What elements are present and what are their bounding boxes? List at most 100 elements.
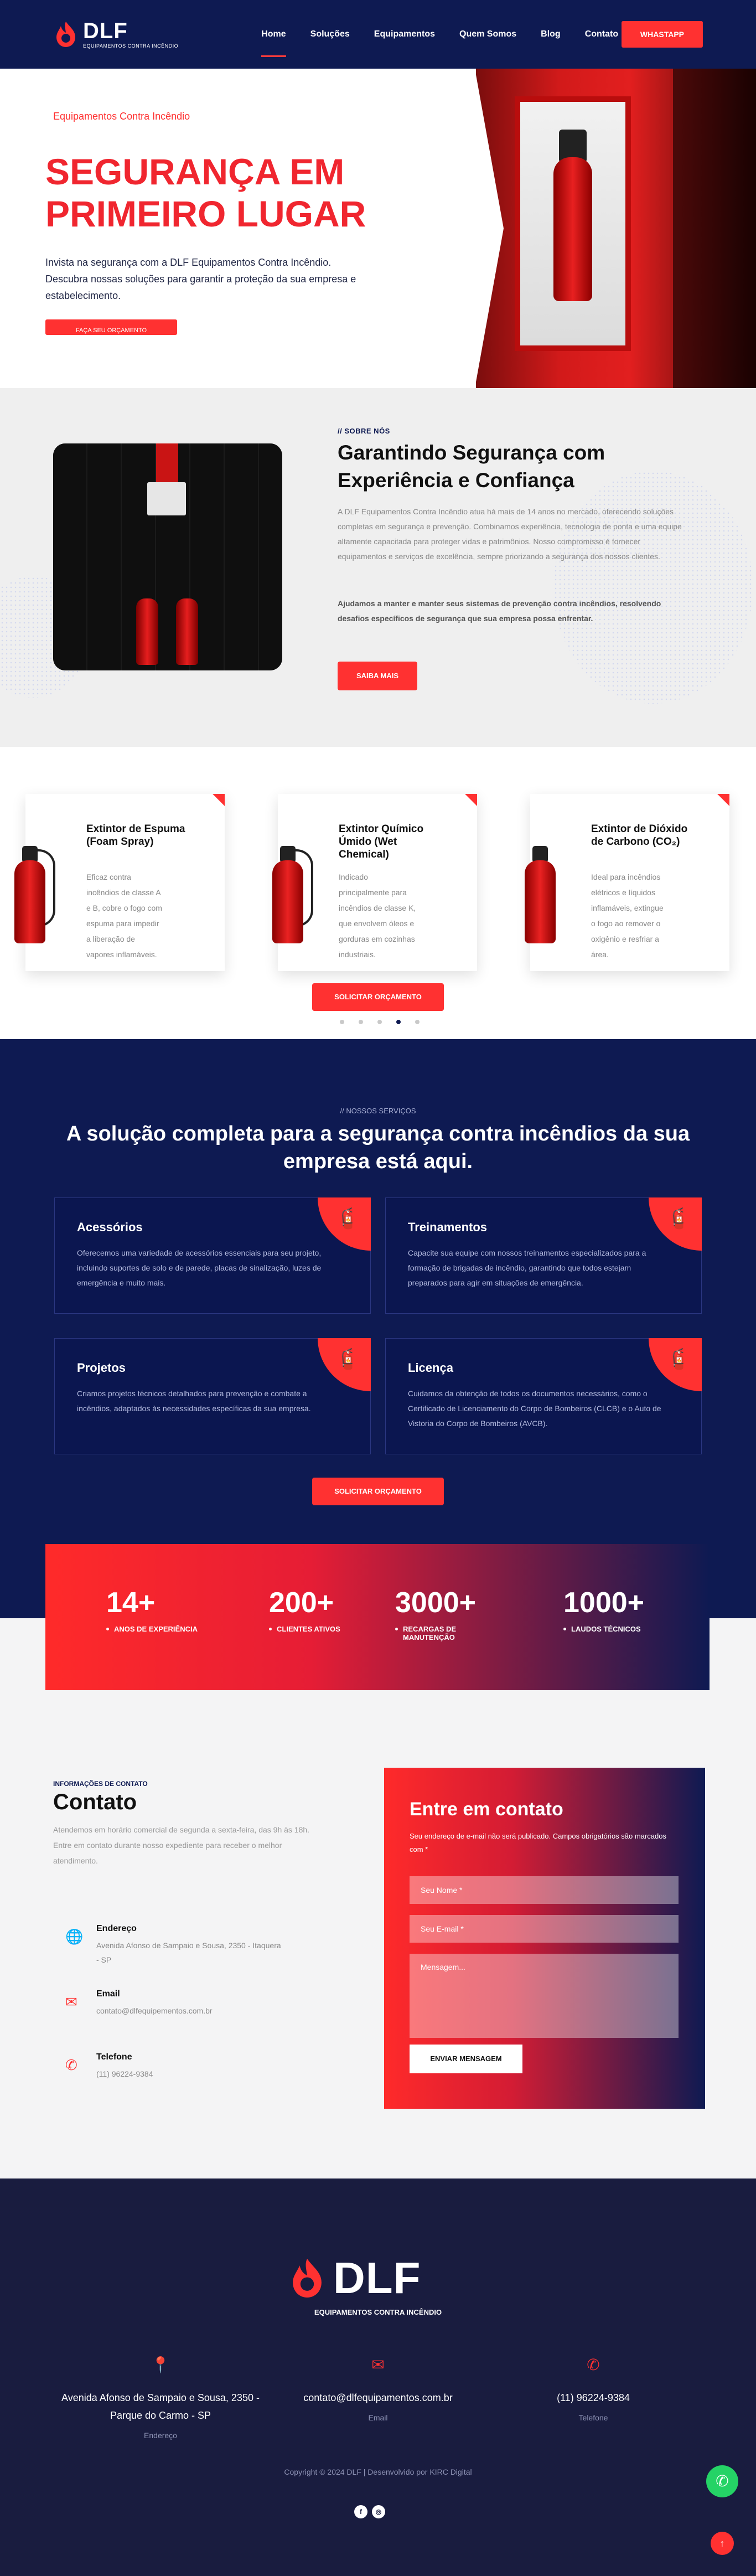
footer-label: Telefone bbox=[578, 2413, 608, 2422]
logo[interactable]: DLF EQUIPAMENTOS CONTRA INCÊNDIO bbox=[53, 20, 178, 49]
hero-text: Invista na segurança com a DLF Equipamen… bbox=[45, 257, 356, 301]
contact-value[interactable]: contato@dlfequipementos.com.br bbox=[96, 2004, 284, 2018]
extinguisher-icon: 🧯 bbox=[335, 1207, 360, 1230]
stats-banner: 14+ ANOS DE EXPERIÊNCIA 200+ CLIENTES AT… bbox=[45, 1544, 710, 1690]
name-input[interactable] bbox=[410, 1876, 679, 1904]
nav-home[interactable]: Home bbox=[261, 24, 287, 57]
contact-value[interactable]: (11) 96224-9384 bbox=[96, 2067, 284, 2081]
email-input[interactable] bbox=[410, 1915, 679, 1943]
stat: 1000+ LAUDOS TÉCNICOS bbox=[563, 1588, 696, 1633]
footer-email: ✉ contato@dlfequipamentos.com.br Email bbox=[273, 2356, 483, 2422]
hero-tag: Equipamentos Contra Incêndio bbox=[53, 111, 190, 122]
product-card[interactable]: Extintor de Dióxido de Carbono (CO₂) Ide… bbox=[525, 794, 729, 971]
stat: 14+ ANOS DE EXPERIÊNCIA bbox=[106, 1588, 239, 1633]
service-card[interactable]: 🧯 Acessórios Oferecemos uma variedade de… bbox=[54, 1197, 371, 1314]
send-message-button[interactable]: ENVIAR MENSAGEM bbox=[410, 2045, 522, 2073]
products-carousel: Extintor de Espuma (Foam Spray) Eficaz c… bbox=[0, 747, 756, 1039]
form-title: Entre em contato bbox=[410, 1799, 563, 1820]
hero-title: SEGURANÇA EM PRIMEIRO LUGAR bbox=[45, 151, 366, 234]
stat-label: CLIENTES ATIVOS bbox=[269, 1625, 402, 1633]
service-name: Treinamentos bbox=[408, 1220, 488, 1234]
product-card[interactable]: Extintor Químico Úmido (Wet Chemical) In… bbox=[272, 794, 477, 971]
product-description: Eficaz contra incêndios de classe A e B,… bbox=[86, 873, 162, 959]
footer-value[interactable]: (11) 96224-9384 bbox=[488, 2389, 698, 2407]
site-header: DLF EQUIPAMENTOS CONTRA INCÊNDIO Home So… bbox=[0, 0, 756, 69]
envelope-icon: ✉ bbox=[65, 1994, 77, 2010]
quote-button[interactable]: FAÇA SEU ORÇAMENTO bbox=[45, 319, 177, 335]
service-description: Criamos projetos técnicos detalhados par… bbox=[77, 1389, 311, 1413]
nav-contato[interactable]: Contato bbox=[585, 24, 618, 45]
extinguisher-icon bbox=[3, 838, 55, 943]
about-section: // SOBRE NÓS Garantindo Segurança com Ex… bbox=[0, 388, 756, 747]
brand-name: DLF bbox=[83, 19, 128, 43]
carousel-dot[interactable] bbox=[415, 1020, 420, 1024]
stat-number: 200+ bbox=[269, 1587, 334, 1619]
product-name: Extintor Químico Úmido (Wet Chemical) bbox=[339, 823, 424, 860]
whatsapp-float-icon[interactable]: ✆ bbox=[706, 2465, 738, 2497]
instagram-icon[interactable]: ◎ bbox=[372, 2505, 385, 2518]
footer-label: Email bbox=[368, 2413, 388, 2422]
contact-title: Contato bbox=[53, 1790, 137, 1814]
form-note: Seu endereço de e-mail não será publicad… bbox=[410, 1832, 666, 1854]
about-kicker: // SOBRE NÓS bbox=[338, 427, 390, 435]
facebook-icon[interactable]: f bbox=[354, 2505, 367, 2518]
whatsapp-button[interactable]: WHASTAPP bbox=[621, 21, 703, 48]
carousel-dots bbox=[340, 1020, 420, 1024]
footer-label: Endereço bbox=[144, 2431, 177, 2440]
learn-more-button[interactable]: SAIBA MAIS bbox=[338, 662, 417, 690]
footer-phone: ✆ (11) 96224-9384 Telefone bbox=[488, 2356, 698, 2422]
stat: 200+ CLIENTES ATIVOS bbox=[269, 1588, 402, 1633]
service-description: Capacite sua equipe com nossos treinamen… bbox=[408, 1248, 646, 1287]
flame-logo-icon bbox=[293, 2259, 322, 2298]
contact-label: Telefone bbox=[96, 2052, 132, 2062]
contact-label: Email bbox=[96, 1989, 120, 1999]
envelope-icon: ✉ bbox=[371, 2356, 385, 2373]
carousel-dot[interactable] bbox=[359, 1020, 363, 1024]
service-card[interactable]: 🧯 Licença Cuidamos da obtenção de todos … bbox=[385, 1338, 702, 1454]
stat-number: 14+ bbox=[106, 1587, 156, 1619]
copyright: Copyright © 2024 DLF | Desenvolvido por … bbox=[284, 2467, 472, 2476]
site-footer: DLF EQUIPAMENTOS CONTRA INCÊNDIO 📍 Aveni… bbox=[0, 2178, 756, 2576]
carousel-dot[interactable] bbox=[340, 1020, 344, 1024]
map-pin-icon: 📍 bbox=[151, 2356, 170, 2373]
stat-label: ANOS DE EXPERIÊNCIA bbox=[106, 1625, 239, 1633]
nav-blog[interactable]: Blog bbox=[541, 24, 561, 45]
services-kicker: // NOSSOS SERVIÇOS bbox=[340, 1107, 416, 1115]
extinguisher-icon: 🧯 bbox=[335, 1348, 360, 1370]
stat: 3000+ RECARGAS DE MANUTENÇÃO bbox=[395, 1588, 506, 1641]
phone-icon: ✆ bbox=[587, 2356, 600, 2373]
request-quote-button[interactable]: SOLICITAR ORÇAMENTO bbox=[312, 1478, 444, 1505]
message-textarea[interactable] bbox=[410, 1954, 679, 2038]
stat-number: 3000+ bbox=[395, 1587, 477, 1619]
contact-form: Entre em contato Seu endereço de e-mail … bbox=[384, 1768, 705, 2109]
stat-label: LAUDOS TÉCNICOS bbox=[563, 1625, 696, 1633]
globe-icon: 🌐 bbox=[65, 1928, 84, 1945]
footer-logo[interactable]: DLF bbox=[288, 2256, 421, 2300]
product-description: Ideal para incêndios elétricos e líquido… bbox=[591, 873, 664, 959]
carousel-dot[interactable] bbox=[377, 1020, 382, 1024]
service-name: Licença bbox=[408, 1361, 453, 1375]
service-card[interactable]: 🧯 Treinamentos Capacite sua equipe com n… bbox=[385, 1197, 702, 1314]
carousel-dot-active[interactable] bbox=[396, 1020, 401, 1024]
extinguisher-icon: 🧯 bbox=[666, 1207, 691, 1230]
request-quote-button[interactable]: SOLICITAR ORÇAMENTO bbox=[312, 983, 444, 1011]
flame-logo-icon bbox=[56, 22, 75, 47]
service-card[interactable]: 🧯 Projetos Criamos projetos técnicos det… bbox=[54, 1338, 371, 1454]
contact-section: INFORMAÇÕES DE CONTATO Contato Atendemos… bbox=[0, 1618, 756, 2178]
product-card[interactable]: Extintor de Espuma (Foam Spray) Eficaz c… bbox=[14, 794, 225, 971]
nav-equipamentos[interactable]: Equipamentos bbox=[374, 24, 435, 45]
product-name: Extintor de Espuma (Foam Spray) bbox=[86, 823, 185, 848]
brand-tagline: EQUIPAMENTOS CONTRA INCÊNDIO bbox=[314, 2308, 442, 2316]
footer-value[interactable]: contato@dlfequipamentos.com.br bbox=[273, 2389, 483, 2407]
hero-section: Equipamentos Contra Incêndio SEGURANÇA E… bbox=[0, 69, 756, 388]
stat-label: RECARGAS DE MANUTENÇÃO bbox=[395, 1625, 506, 1641]
contact-kicker: INFORMAÇÕES DE CONTATO bbox=[53, 1780, 148, 1788]
nav-solucoes[interactable]: Soluções bbox=[310, 24, 350, 45]
footer-address: 📍 Avenida Afonso de Sampaio e Sousa, 235… bbox=[55, 2356, 266, 2440]
extinguisher-icon: 🧯 bbox=[666, 1348, 691, 1370]
service-description: Oferecemos uma variedade de acessórios e… bbox=[77, 1248, 322, 1287]
brand-tagline: EQUIPAMENTOS CONTRA INCÊNDIO bbox=[83, 43, 179, 49]
about-title: Garantindo Segurança com Experiência e C… bbox=[338, 441, 605, 492]
stat-number: 1000+ bbox=[563, 1587, 645, 1619]
nav-quem-somos[interactable]: Quem Somos bbox=[459, 24, 516, 45]
